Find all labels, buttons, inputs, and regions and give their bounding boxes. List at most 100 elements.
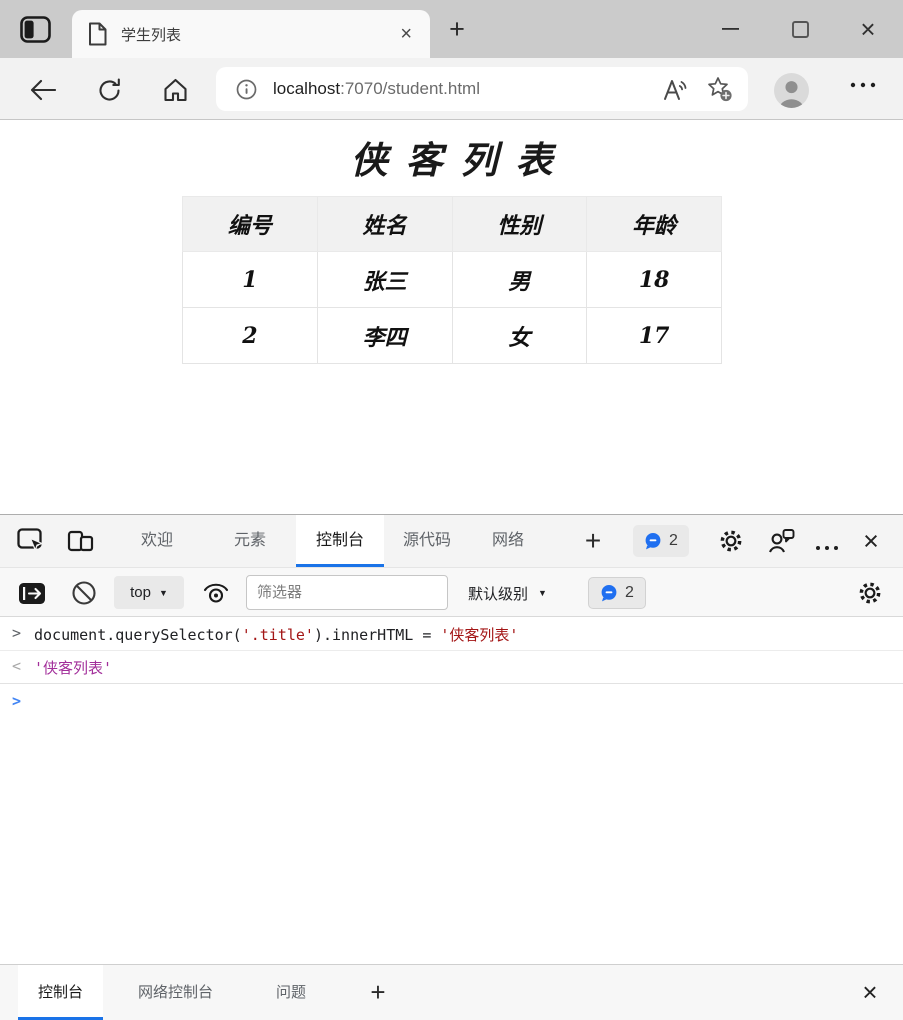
window-maximize-button[interactable] [776, 0, 824, 58]
table-header-row: 编号 姓名 性别 年龄 [183, 197, 722, 252]
console-messages-badge[interactable]: 2 [633, 525, 689, 557]
javascript-context-dropdown[interactable]: top ▼ [114, 576, 184, 609]
table-row: 1 张三 男 18 [183, 252, 722, 308]
drawer-close-button[interactable]: × [850, 965, 890, 1020]
table-cell: 2 [183, 308, 318, 364]
back-icon [30, 79, 56, 101]
devtools-tab-elements[interactable]: 元素 [214, 515, 286, 567]
devtools-tab-welcome[interactable]: 欢迎 [120, 515, 194, 567]
refresh-icon [97, 78, 122, 103]
code-string: '侠客列表' [440, 626, 518, 644]
console-sidebar-icon [18, 582, 46, 605]
refresh-button[interactable] [95, 76, 123, 104]
drawer-tab-console[interactable]: 控制台 [18, 965, 103, 1020]
student-table: 编号 姓名 性别 年龄 1 张三 男 18 2 李四 女 17 [182, 196, 722, 364]
drawer-tab-issues[interactable]: 问题 [256, 965, 326, 1020]
page-document-icon [88, 22, 107, 46]
code-text: document.querySelector( [34, 626, 242, 644]
console-result-line: < '侠客列表' [0, 651, 903, 684]
chevron-down-icon: ▼ [159, 588, 168, 598]
devtools-tab-network[interactable]: 网络 [478, 515, 538, 567]
devtools-tab-console[interactable]: 控制台 [296, 515, 384, 567]
devtools-more-button[interactable] [812, 535, 842, 561]
url-path: :7070/student.html [340, 79, 480, 98]
url-host: localhost [273, 79, 340, 98]
console-command-line: > document.querySelector('.title').inner… [0, 618, 903, 651]
drawer-more-tabs-button[interactable]: + [358, 965, 398, 1020]
devtools-tab-label: 控制台 [316, 532, 364, 549]
page-title: 侠客列表 [0, 130, 903, 184]
home-button[interactable] [161, 76, 189, 104]
table-header-cell: 年龄 [587, 197, 722, 252]
browser-more-button[interactable] [846, 82, 880, 88]
devtools-settings-button[interactable] [716, 528, 746, 554]
table-cell: 李四 [317, 308, 452, 364]
url-text[interactable]: localhost:7070/student.html [273, 79, 660, 99]
read-aloud-button[interactable] [660, 74, 690, 104]
console-command: document.querySelector('.title').innerHT… [34, 624, 518, 645]
chat-bubble-icon [600, 584, 618, 602]
drawer-tab-network-console[interactable]: 网络控制台 [118, 965, 233, 1020]
tab-workspaces-button[interactable] [16, 14, 54, 44]
inspect-icon [17, 528, 45, 554]
table-cell: 女 [452, 308, 587, 364]
drawer-tab-label: 控制台 [38, 984, 83, 1001]
log-levels-dropdown[interactable]: 默认级别 ▼ [468, 568, 547, 618]
browser-tab[interactable]: 学生列表 × [72, 10, 430, 58]
table-cell: 17 [587, 308, 722, 364]
minimize-icon [722, 28, 739, 30]
table-cell: 张三 [317, 252, 452, 308]
result-chevron-icon: < [12, 657, 34, 675]
console-settings-button[interactable] [856, 580, 884, 606]
issues-count: 2 [625, 584, 634, 602]
back-button[interactable] [29, 76, 57, 104]
console-output[interactable]: > document.querySelector('.title').inner… [0, 618, 903, 964]
console-issues-badge[interactable]: 2 [588, 577, 646, 609]
table-cell: 18 [587, 252, 722, 308]
table-header-cell: 编号 [183, 197, 318, 252]
table-cell: 男 [452, 252, 587, 308]
address-bar[interactable]: localhost:7070/student.html [216, 67, 748, 111]
table-header-cell: 性别 [452, 197, 587, 252]
site-info-icon[interactable] [236, 79, 257, 100]
page-content: 侠客列表 编号 姓名 性别 年龄 1 张三 男 18 2 [0, 120, 903, 514]
browser-toolbar: localhost:7070/student.html [0, 58, 903, 120]
devtools-close-button[interactable]: × [852, 515, 890, 567]
console-sidebar-toggle[interactable] [18, 580, 46, 606]
clear-console-button[interactable] [70, 580, 98, 606]
maximize-icon [792, 21, 809, 38]
add-favorite-button[interactable] [704, 74, 734, 104]
command-chevron-icon: > [12, 624, 34, 642]
gear-icon [718, 528, 744, 554]
devtools-tab-sources[interactable]: 源代码 [390, 515, 464, 567]
device-toolbar-icon [67, 528, 95, 554]
live-expression-button[interactable] [202, 580, 230, 606]
inspect-element-button[interactable] [16, 528, 46, 554]
devtools-feedback-button[interactable] [766, 528, 796, 554]
chevron-down-icon: ▼ [538, 588, 547, 598]
console-filter-input[interactable] [246, 575, 448, 610]
chat-bubble-icon [644, 532, 662, 550]
device-toolbar-button[interactable] [66, 528, 96, 554]
profile-avatar[interactable] [774, 73, 809, 108]
console-prompt-line[interactable]: > [0, 684, 903, 715]
table-cell: 1 [183, 252, 318, 308]
gear-icon [857, 580, 883, 606]
favorite-star-icon [706, 76, 733, 102]
read-aloud-icon [662, 78, 689, 101]
devtools-tabbar: 欢迎 元素 控制台 源代码 网络 + 2 × [0, 515, 903, 567]
code-string: '.title' [242, 626, 314, 644]
window-close-button[interactable]: × [844, 0, 892, 58]
devtools-more-tabs-button[interactable]: + [574, 515, 612, 567]
code-text: ).innerHTML = [314, 626, 440, 644]
context-label: top [130, 584, 151, 601]
window-minimize-button[interactable] [706, 0, 754, 58]
tab-title: 学生列表 [121, 24, 396, 45]
levels-label: 默认级别 [468, 583, 528, 604]
table-row: 2 李四 女 17 [183, 308, 722, 364]
tab-workspaces-icon [20, 16, 51, 43]
more-dots-icon [850, 82, 876, 88]
new-tab-button[interactable]: + [440, 12, 474, 46]
table-header-cell: 姓名 [317, 197, 452, 252]
tab-close-icon[interactable]: × [396, 24, 416, 44]
